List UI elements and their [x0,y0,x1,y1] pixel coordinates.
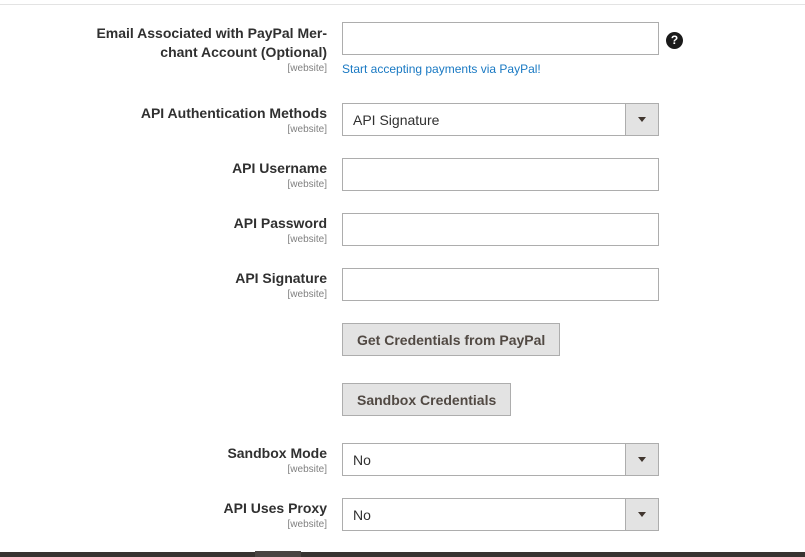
chevron-down-icon [638,117,646,122]
sandbox-credentials-button[interactable]: Sandbox Credentials [342,383,512,416]
api-password-label-group: API Password [website] [0,214,327,246]
api-signature-control [342,268,659,301]
api-signature-scope: [website] [287,289,327,300]
api-proxy-label-group: API Uses Proxy [website] [0,499,328,531]
get-credentials-button[interactable]: Get Credentials from PayPal [342,323,561,356]
api-password-scope: [website] [287,234,327,245]
chevron-down-icon [638,457,646,462]
email-label-group: Email Associated with PayPal Mer- chant … [0,24,327,75]
sandbox-credentials-control: Sandbox Credentials [342,383,512,416]
get-credentials-control: Get Credentials from PayPal [342,323,561,356]
api-proxy-scope: [website] [287,519,327,530]
question-circle-icon[interactable]: ? [666,32,683,49]
auth-methods-label: API Authentication Methods [140,105,327,121]
api-signature-field[interactable] [342,268,659,301]
email-control: Start accepting payments via PayPal! [342,22,659,76]
top-divider [0,4,805,5]
api-proxy-label: API Uses Proxy [223,500,328,516]
start-accepting-payments-link[interactable]: Start accepting payments via PayPal! [342,62,659,76]
api-proxy-dropdown-button[interactable] [625,499,658,530]
api-password-control [342,213,659,246]
sandbox-mode-control: No [342,443,659,476]
auth-methods-dropdown-button[interactable] [625,104,658,135]
email-label-line1: Email Associated with PayPal Mer- [96,25,327,41]
api-signature-label-group: API Signature [website] [0,269,327,301]
sandbox-mode-label: Sandbox Mode [227,445,327,461]
sandbox-mode-label-group: Sandbox Mode [website] [0,444,327,476]
footer-bar [0,552,805,557]
auth-methods-label-group: API Authentication Methods [website] [0,104,327,136]
email-label-line2: chant Account (Optional) [160,44,327,60]
api-username-label-group: API Username [website] [0,159,327,191]
api-password-field[interactable] [342,213,659,246]
api-username-label: API Username [232,160,327,176]
chevron-down-icon [638,512,646,517]
auth-methods-selected: API Signature [353,112,440,128]
api-signature-label: API Signature [235,270,327,286]
api-proxy-control: No [342,498,659,531]
auth-methods-select[interactable]: API Signature [342,103,659,136]
sandbox-mode-selected: No [353,452,371,468]
auth-methods-control: API Signature [342,103,659,136]
api-username-field[interactable] [342,158,659,191]
api-proxy-selected: No [353,507,371,523]
email-field[interactable] [342,22,659,55]
sandbox-mode-scope: [website] [287,464,327,475]
sandbox-mode-select[interactable]: No [342,443,659,476]
auth-methods-scope: [website] [287,124,327,135]
api-username-scope: [website] [287,179,327,190]
api-username-control [342,158,659,191]
footer-tab[interactable] [255,551,301,557]
api-password-label: API Password [233,215,327,231]
email-label: Email Associated with PayPal Mer- chant … [0,24,327,62]
api-proxy-select[interactable]: No [342,498,659,531]
email-scope: [website] [287,63,327,74]
sandbox-mode-dropdown-button[interactable] [625,444,658,475]
